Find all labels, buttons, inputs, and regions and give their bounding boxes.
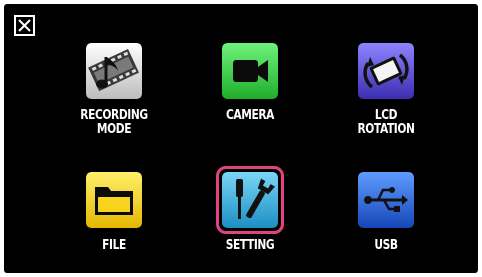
- close-button[interactable]: [14, 15, 35, 36]
- usb-icon: [358, 172, 414, 228]
- usb-button[interactable]: USB: [321, 172, 451, 262]
- lcd-rotation-button[interactable]: LCD ROTATION: [321, 43, 451, 153]
- file-label: FILE: [102, 238, 126, 253]
- camera-label: CAMERA: [226, 108, 274, 123]
- camera-button[interactable]: CAMERA: [185, 43, 315, 153]
- folder-icon: [86, 172, 142, 228]
- lcd-rotation-label: LCD ROTATION: [357, 108, 415, 137]
- close-x-icon: [18, 19, 31, 32]
- setting-button[interactable]: SETTING: [185, 166, 315, 262]
- setting-label: SETTING: [225, 238, 275, 253]
- film-music-note-icon: [86, 43, 142, 99]
- menu-screen: RECORDING MODE CAMERA LCD ROTATION FILE …: [4, 4, 478, 273]
- wrench-screwdriver-icon: [222, 172, 278, 228]
- file-button[interactable]: FILE: [49, 172, 179, 262]
- rotate-screen-icon: [358, 43, 414, 99]
- recording-mode-label: RECORDING MODE: [80, 108, 148, 137]
- usb-label: USB: [374, 238, 398, 253]
- video-camera-icon: [222, 43, 278, 99]
- recording-mode-button[interactable]: RECORDING MODE: [49, 43, 179, 153]
